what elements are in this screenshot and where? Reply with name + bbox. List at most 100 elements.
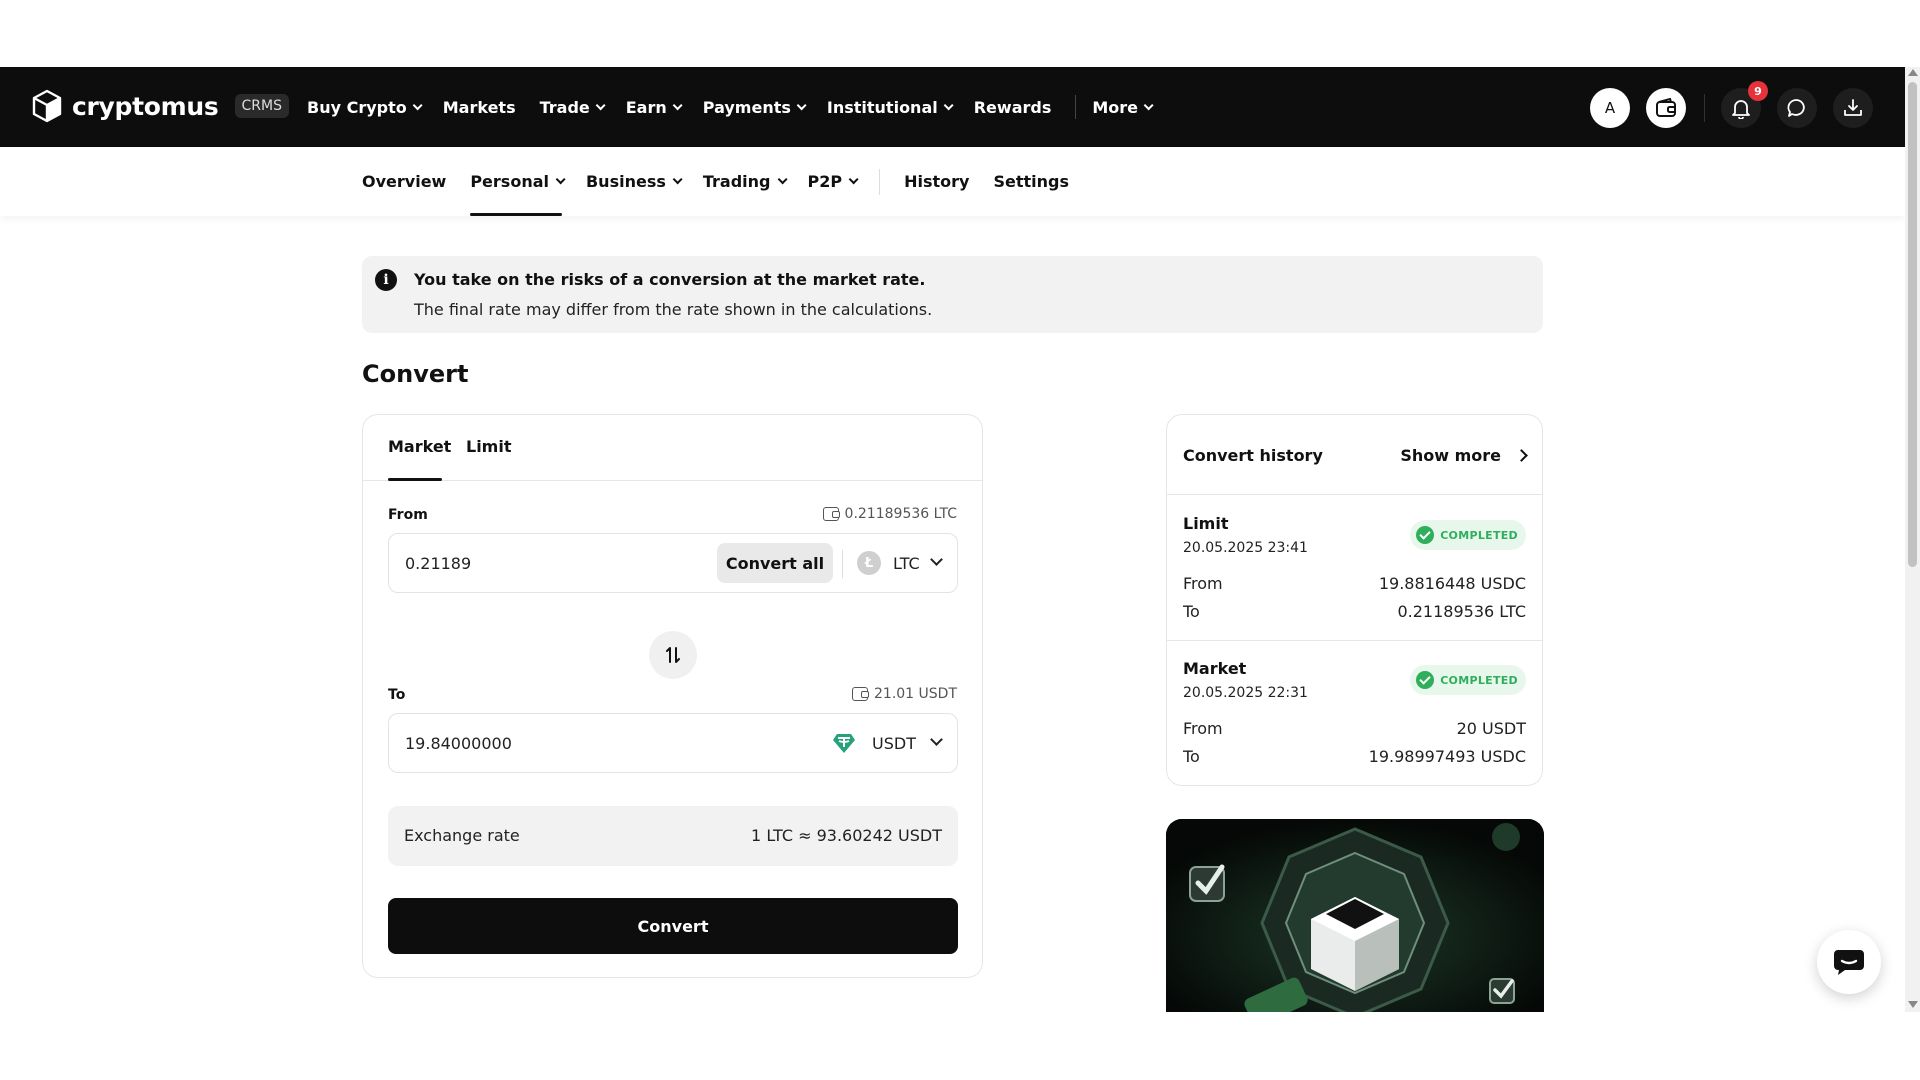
logo-text: cryptomus <box>72 91 219 121</box>
sub-nav-divider <box>879 168 881 195</box>
tab-trading[interactable]: Trading <box>702 147 788 216</box>
notifications-button[interactable]: 9 <box>1721 81 1768 128</box>
to-currency-code: USDT <box>872 734 916 753</box>
chat-bubble-icon <box>1834 950 1864 975</box>
nav-institutional[interactable]: Institutional <box>827 98 954 117</box>
header-actions: A 9 <box>1590 81 1873 128</box>
nav-trade[interactable]: Trade <box>539 97 606 117</box>
history-header: Convert history Show more <box>1167 415 1542 495</box>
nav-divider <box>1075 95 1077 119</box>
tab-p2p[interactable]: P2P <box>808 147 859 216</box>
from-label: From <box>388 507 428 523</box>
cryptomus-logo[interactable]: cryptomus CRMS <box>32 89 289 123</box>
sub-nav-label: Business <box>585 172 666 191</box>
exchange-rate-value: 1 LTC ≈ 93.60242 USDT <box>751 826 942 845</box>
nav-more[interactable]: More <box>1092 97 1154 117</box>
to-balance-value: 21.01 USDT <box>874 686 957 702</box>
wallet-icon <box>822 507 840 521</box>
entry-to-value: 19.98997493 USDC <box>1368 747 1526 766</box>
tab-market[interactable]: Market <box>388 437 451 456</box>
nav-markets[interactable]: Markets <box>443 98 516 117</box>
notification-count-badge: 9 <box>1748 81 1768 101</box>
chevron-down-icon <box>412 99 423 110</box>
nav-payments[interactable]: Payments <box>702 97 807 117</box>
entry-date: 20.05.2025 23:41 <box>1183 540 1308 556</box>
scroll-down-arrow-icon[interactable] <box>1908 1001 1918 1008</box>
banner-title: You take on the risks of a conversion at… <box>414 270 926 289</box>
messages-button[interactable] <box>1777 88 1817 128</box>
chevron-down-icon <box>943 99 954 110</box>
chat-icon <box>1787 99 1805 117</box>
field-divider <box>842 550 843 578</box>
history-title: Convert history <box>1183 446 1323 465</box>
top-margin <box>0 0 1920 67</box>
download-icon <box>1844 99 1862 116</box>
entry-from-value: 19.8816448 USDC <box>1378 574 1526 593</box>
entry-type: Limit <box>1183 514 1229 533</box>
nav-label: Trade <box>539 97 590 117</box>
history-entry[interactable]: Limit 20.05.2025 23:41 COMPLETED From 19… <box>1167 496 1542 641</box>
chevron-right-icon <box>1515 449 1528 462</box>
convert-button[interactable]: Convert <box>388 898 958 954</box>
sub-nav-label: Settings <box>993 172 1069 191</box>
sub-nav-label: Overview <box>362 172 447 191</box>
bottom-margin <box>0 1012 1920 1080</box>
nav-earn[interactable]: Earn <box>626 98 683 117</box>
exchange-rate-label: Exchange rate <box>404 826 520 845</box>
nav-buy-crypto[interactable]: Buy Crypto <box>307 97 423 117</box>
entry-from-label: From <box>1183 719 1223 738</box>
scroll-up-arrow-icon[interactable] <box>1908 69 1918 76</box>
to-field: 19.84000000 USDT <box>388 713 958 773</box>
nav-label: Rewards <box>973 97 1052 117</box>
active-tab-indicator <box>388 478 442 481</box>
tab-limit[interactable]: Limit <box>466 437 511 456</box>
chevron-down-icon <box>848 174 859 185</box>
download-button[interactable] <box>1833 88 1873 128</box>
history-entry[interactable]: Market 20.05.2025 22:31 COMPLETED From 2… <box>1167 641 1542 785</box>
avatar-button[interactable]: A <box>1590 88 1630 128</box>
from-field: 0.21189 Convert all Ł LTC <box>388 533 958 593</box>
page-scrollbar[interactable] <box>1905 67 1920 1012</box>
status-badge: COMPLETED <box>1410 520 1526 550</box>
nav-label: Markets <box>442 97 516 117</box>
nav-label: More <box>1092 97 1139 117</box>
header-divider <box>1704 94 1705 122</box>
info-icon: i <box>375 269 397 291</box>
from-amount-input[interactable]: 0.21189 <box>405 554 471 573</box>
status-badge: COMPLETED <box>1410 665 1526 695</box>
scrollbar-thumb[interactable] <box>1908 82 1917 567</box>
from-balance-value: 0.21189536 LTC <box>844 506 957 522</box>
chevron-down-icon <box>930 733 943 746</box>
chevron-down-icon <box>672 99 683 110</box>
tab-personal[interactable]: Personal <box>470 147 566 216</box>
swap-currencies-button[interactable] <box>649 631 697 679</box>
sub-nav-label: Personal <box>470 172 549 191</box>
nav-label: Buy Crypto <box>307 97 407 117</box>
sub-nav-label: History <box>904 172 970 191</box>
entry-from-label: From <box>1183 574 1223 593</box>
tab-history[interactable]: History <box>904 147 969 216</box>
tab-business[interactable]: Business <box>585 147 683 216</box>
show-more-link[interactable]: Show more <box>1400 446 1528 465</box>
top-header: cryptomus CRMS Buy Crypto Markets Trade … <box>0 67 1905 147</box>
wallet-button[interactable] <box>1646 88 1686 128</box>
tab-settings[interactable]: Settings <box>993 147 1069 216</box>
chevron-down-icon <box>595 99 606 110</box>
entry-from-value: 20 USDT <box>1456 719 1526 738</box>
convert-card: Market Limit From 0.21189536 LTC 0.21189… <box>362 414 983 978</box>
entry-to-value: 0.21189536 LTC <box>1397 602 1526 621</box>
nav-label: Payments <box>702 97 791 117</box>
show-more-label: Show more <box>1400 446 1501 465</box>
ltc-coin-icon: Ł <box>857 551 881 575</box>
entry-to-label: To <box>1183 602 1200 621</box>
tab-overview[interactable]: Overview <box>362 147 446 216</box>
support-chat-button[interactable] <box>1817 930 1881 994</box>
sub-nav-label: Trading <box>702 172 771 191</box>
to-amount-input[interactable]: 19.84000000 <box>405 734 512 753</box>
nav-rewards[interactable]: Rewards <box>974 98 1052 117</box>
status-text: COMPLETED <box>1440 673 1518 687</box>
entry-date: 20.05.2025 22:31 <box>1183 685 1308 701</box>
promo-banner[interactable] <box>1166 819 1544 1012</box>
crms-badge[interactable]: CRMS <box>234 94 289 118</box>
convert-all-button[interactable]: Convert all <box>717 543 833 583</box>
